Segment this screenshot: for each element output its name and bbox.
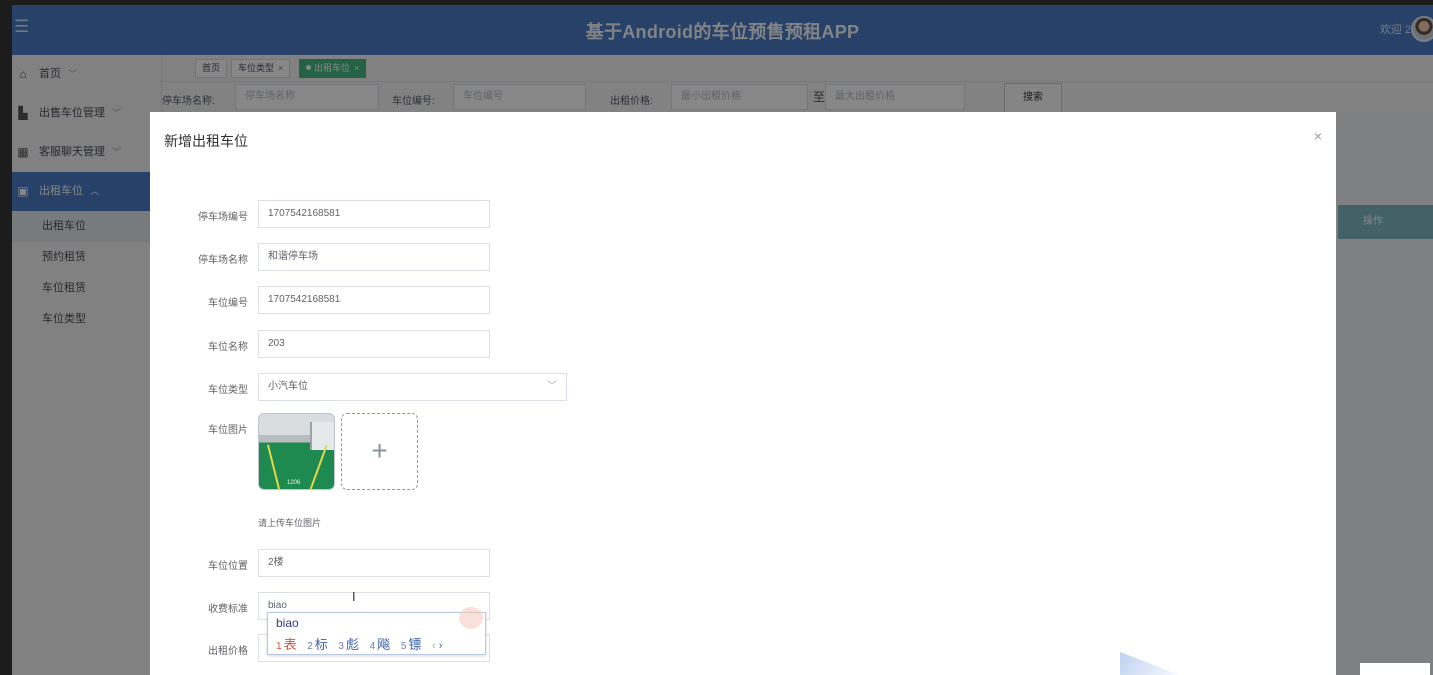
image-line — [308, 445, 328, 489]
uploaded-parking-image[interactable]: 1206 — [258, 413, 335, 490]
lot-no-input[interactable]: 1707542168581 — [258, 200, 490, 228]
location-input[interactable]: 2楼 — [258, 549, 490, 577]
ime-candidate[interactable]: 2标 — [307, 637, 328, 652]
chevron-right-icon[interactable]: › — [439, 640, 443, 652]
image-wall — [310, 422, 334, 450]
ime-composition: biao — [276, 616, 299, 630]
dialog-title: 新增出租车位 — [164, 133, 248, 149]
app-window: ☰ 基于Android的车位预售预租APP 欢迎 2 ⌂ 首页 ﹀ ▙ 出售车位… — [12, 5, 1433, 675]
ime-candidate[interactable]: 3彪 — [338, 637, 359, 652]
image-caption: 1206 — [287, 480, 301, 486]
rent-price-label: 出租价格 — [208, 646, 248, 657]
space-image-label: 车位图片 — [208, 425, 248, 436]
space-name-input[interactable]: 203 — [258, 330, 490, 358]
space-type-value: 小汽车位 — [268, 381, 308, 392]
ime-candidate[interactable]: 1表 — [276, 637, 297, 652]
fee-standard-label: 收费标准 — [208, 604, 248, 615]
space-type-label: 车位类型 — [208, 385, 248, 396]
lot-no-label: 停车场编号 — [198, 212, 248, 223]
chevron-left-icon[interactable]: ‹ — [432, 640, 436, 652]
chevron-down-icon: ﹀ — [547, 381, 557, 392]
ime-candidate-popup: biao 1表 2标 3彪 4飚 5镖 ‹ › — [267, 607, 486, 655]
space-no-label: 车位编号 — [208, 298, 248, 309]
space-no-input[interactable]: 1707542168581 — [258, 286, 490, 314]
location-label: 车位位置 — [208, 561, 248, 572]
ime-candidate-list: 1表 2标 3彪 4飚 5镖 ‹ › — [276, 634, 442, 653]
ime-pager[interactable]: ‹ › — [432, 640, 442, 652]
ime-candidate[interactable]: 5镖 — [401, 637, 422, 652]
space-name-label: 车位名称 — [208, 342, 248, 353]
lot-name-label: 停车场名称 — [198, 255, 248, 266]
text-cursor-icon: I — [352, 589, 356, 604]
space-type-select[interactable]: 小汽车位 ﹀ — [258, 373, 567, 401]
upload-tip: 请上传车位图片 — [258, 518, 322, 528]
close-icon[interactable]: × — [1314, 128, 1322, 144]
ime-candidate[interactable]: 4飚 — [370, 637, 391, 652]
ime-logo-icon — [459, 607, 483, 629]
add-rent-space-dialog: 新增出租车位 × 停车场编号 1707542168581 停车场名称 和谐停车场… — [150, 112, 1336, 675]
image-line — [266, 444, 282, 489]
tray-icons — [1360, 663, 1430, 675]
plus-icon: + — [371, 435, 388, 466]
upload-plus-button[interactable]: + — [341, 413, 418, 490]
lot-name-input[interactable]: 和谐停车场 — [258, 243, 490, 271]
